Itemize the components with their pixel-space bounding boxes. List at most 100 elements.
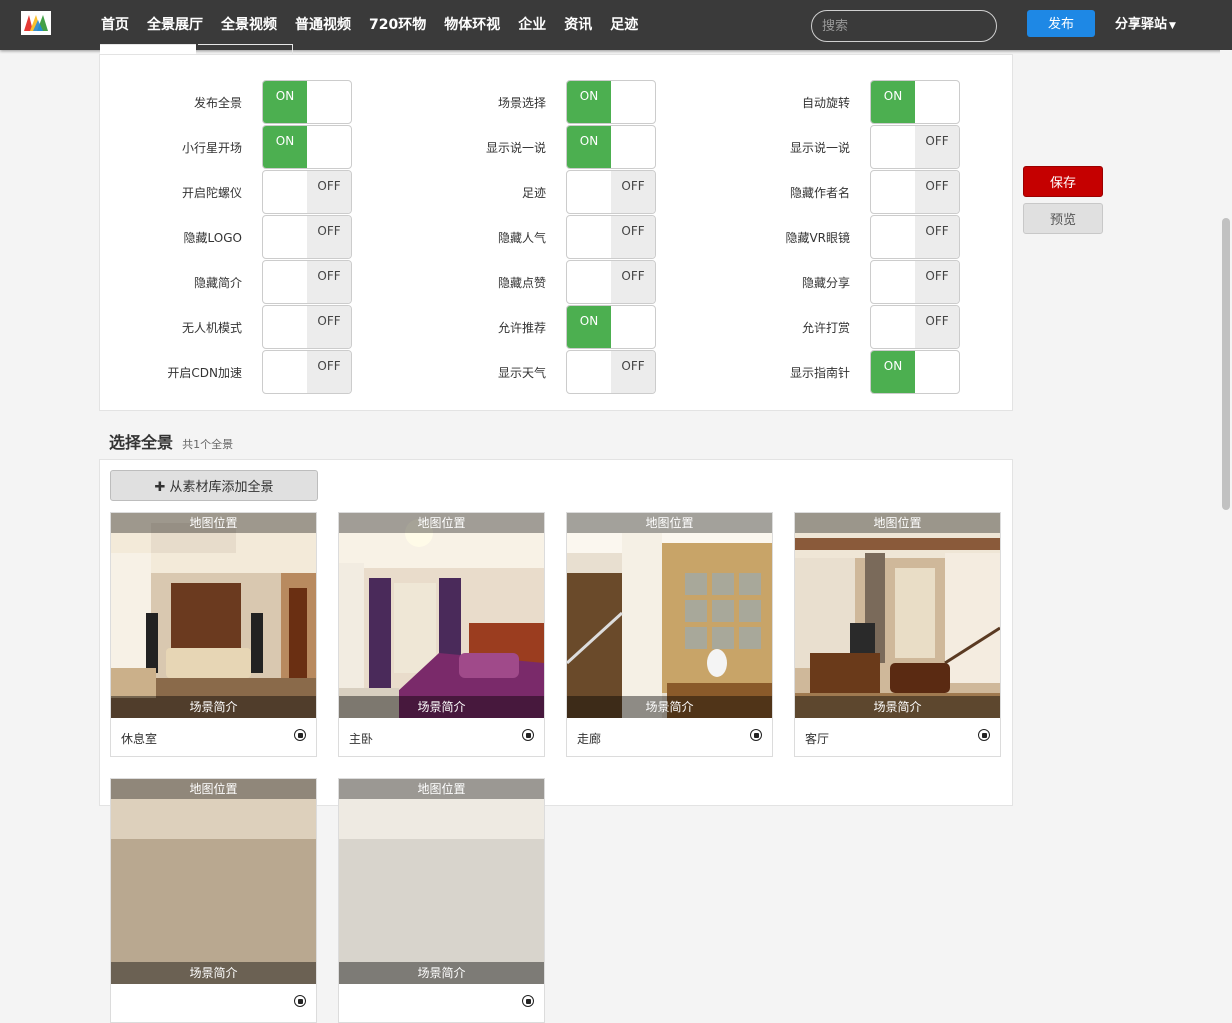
nav-item-home[interactable]: 首页 — [92, 0, 138, 50]
scene-intro-link[interactable]: 场景简介 — [111, 696, 316, 718]
map-position-link[interactable]: 地图位置 — [111, 513, 316, 533]
toggle-off-state: OFF — [915, 126, 959, 168]
setting-toggle[interactable]: ON — [870, 350, 960, 394]
setting-toggle[interactable]: OFF — [870, 305, 960, 349]
publish-button[interactable]: 发布 — [1027, 10, 1095, 37]
panorama-section-title: 选择全景 共1个全景 — [109, 429, 233, 453]
panorama-thumbnail[interactable] — [339, 779, 544, 984]
add-from-library-label: 从素材库添加全景 — [169, 480, 274, 495]
remove-icon[interactable] — [522, 995, 534, 1007]
setting-row: 足迹 OFF — [423, 170, 656, 214]
room-photo-icon — [339, 513, 544, 718]
scene-intro-link[interactable]: 场景简介 — [795, 696, 1000, 718]
setting-row: 显示说一说 OFF — [727, 125, 960, 169]
panorama-card[interactable]: 地图位置 场景简介 — [110, 778, 317, 1023]
setting-toggle[interactable]: OFF — [870, 125, 960, 169]
panorama-card[interactable]: 地图位置 场景简介 — [338, 778, 545, 1023]
toggle-on-state: ON — [871, 351, 915, 393]
nav-item-panorama-hall[interactable]: 全景展厅 — [138, 0, 212, 50]
setting-label: 小行星开场 — [181, 140, 242, 155]
map-position-link[interactable]: 地图位置 — [111, 779, 316, 799]
remove-icon[interactable] — [294, 995, 306, 1007]
panorama-name: 休息室 — [121, 732, 158, 746]
map-position-link[interactable]: 地图位置 — [795, 513, 1000, 533]
plus-icon: ✚ — [154, 480, 166, 495]
toggle-off-state: OFF — [915, 261, 959, 303]
setting-toggle[interactable]: OFF — [262, 305, 352, 349]
setting-toggle[interactable]: OFF — [870, 170, 960, 214]
setting-label: 无人机模式 — [181, 320, 242, 335]
setting-toggle[interactable]: ON — [262, 125, 352, 169]
remove-icon[interactable] — [522, 729, 534, 741]
remove-icon[interactable] — [978, 729, 990, 741]
toggle-off-state: OFF — [611, 216, 655, 258]
panorama-thumbnail[interactable] — [339, 513, 544, 718]
setting-toggle[interactable]: OFF — [566, 260, 656, 304]
setting-toggle[interactable]: OFF — [262, 170, 352, 214]
setting-toggle[interactable]: OFF — [262, 260, 352, 304]
nav-item-object-view[interactable]: 物体环视 — [435, 0, 509, 50]
setting-toggle[interactable]: OFF — [566, 350, 656, 394]
toggle-off-state: OFF — [915, 306, 959, 348]
setting-toggle[interactable]: ON — [566, 305, 656, 349]
remove-icon[interactable] — [294, 729, 306, 741]
setting-toggle[interactable]: ON — [870, 80, 960, 124]
nav-item-normal-video[interactable]: 普通视频 — [286, 0, 360, 50]
scene-intro-link[interactable]: 场景简介 — [339, 962, 544, 984]
scene-intro-link[interactable]: 场景简介 — [111, 962, 316, 984]
toggle-off-state: OFF — [915, 171, 959, 213]
panorama-card[interactable]: 地图位置场景简介主卧 — [338, 512, 545, 757]
share-station-menu[interactable]: 分享驿站 ▼ — [1115, 0, 1176, 50]
setting-row: 隐藏点赞 OFF — [423, 260, 656, 304]
setting-row: 显示天气 OFF — [423, 350, 656, 394]
search-input[interactable] — [811, 10, 997, 42]
scene-intro-link[interactable]: 场景简介 — [567, 696, 772, 718]
setting-toggle[interactable]: OFF — [870, 215, 960, 259]
panorama-name: 主卧 — [349, 732, 374, 746]
nav-item-720-object[interactable]: 720环物 — [360, 0, 435, 50]
setting-label: 开启CDN加速 — [167, 365, 242, 380]
nav-item-panorama-video[interactable]: 全景视频 — [212, 0, 286, 50]
setting-toggle[interactable]: ON — [566, 125, 656, 169]
save-button[interactable]: 保存 — [1023, 166, 1103, 197]
map-position-link[interactable]: 地图位置 — [339, 779, 544, 799]
setting-toggle[interactable]: OFF — [262, 350, 352, 394]
setting-label: 发布全景 — [193, 95, 242, 110]
map-position-link[interactable]: 地图位置 — [567, 513, 772, 533]
setting-toggle[interactable]: ON — [566, 80, 656, 124]
setting-row: 隐藏简介 OFF — [119, 260, 352, 304]
room-photo-icon — [111, 779, 316, 984]
scene-intro-link[interactable]: 场景简介 — [339, 696, 544, 718]
settings-panel: 发布全景 ON 小行星开场 ON 开启陀螺仪 OFF 隐藏LOGO OFF 隐藏简介 OFF 无人机… — [99, 54, 1013, 411]
setting-toggle[interactable]: ON — [262, 80, 352, 124]
panorama-thumbnail[interactable] — [111, 513, 316, 718]
map-position-link[interactable]: 地图位置 — [339, 513, 544, 533]
panorama-card[interactable]: 地图位置 场景简介 客厅 — [794, 512, 1001, 757]
site-logo[interactable] — [21, 11, 51, 35]
remove-icon[interactable] — [750, 729, 762, 741]
nav-item-footprint[interactable]: 足迹 — [601, 0, 647, 50]
section-title-text: 选择全景 — [109, 433, 174, 452]
panorama-thumbnail[interactable] — [111, 779, 316, 984]
page-scrollbar-thumb[interactable] — [1222, 218, 1230, 510]
setting-toggle[interactable]: OFF — [566, 215, 656, 259]
panorama-thumbnail[interactable] — [795, 513, 1000, 718]
setting-toggle[interactable]: OFF — [870, 260, 960, 304]
setting-toggle[interactable]: OFF — [262, 215, 352, 259]
toggle-off-state: OFF — [611, 261, 655, 303]
panorama-card[interactable]: 地图位置场景简介走廊 — [566, 512, 773, 757]
setting-row: 显示说一说 ON — [423, 125, 656, 169]
panorama-thumbnail[interactable] — [567, 513, 772, 718]
setting-toggle[interactable]: OFF — [566, 170, 656, 214]
add-from-library-button[interactable]: ✚ 从素材库添加全景 — [110, 470, 318, 501]
nav-item-news[interactable]: 资讯 — [555, 0, 601, 50]
preview-button[interactable]: 预览 — [1023, 203, 1103, 234]
room-photo-icon — [795, 513, 1000, 718]
nav-item-enterprise[interactable]: 企业 — [509, 0, 555, 50]
panorama-card[interactable]: 地图位置场景简介休息室 — [110, 512, 317, 757]
main-nav: 首页 全景展厅 全景视频 普通视频 720环物 物体环视 企业 资讯 足迹 — [92, 0, 647, 50]
setting-label: 隐藏VR眼镜 — [785, 230, 850, 245]
setting-label: 隐藏LOGO — [183, 230, 242, 245]
panorama-name: 走廊 — [577, 732, 602, 746]
setting-label: 隐藏人气 — [497, 230, 546, 245]
